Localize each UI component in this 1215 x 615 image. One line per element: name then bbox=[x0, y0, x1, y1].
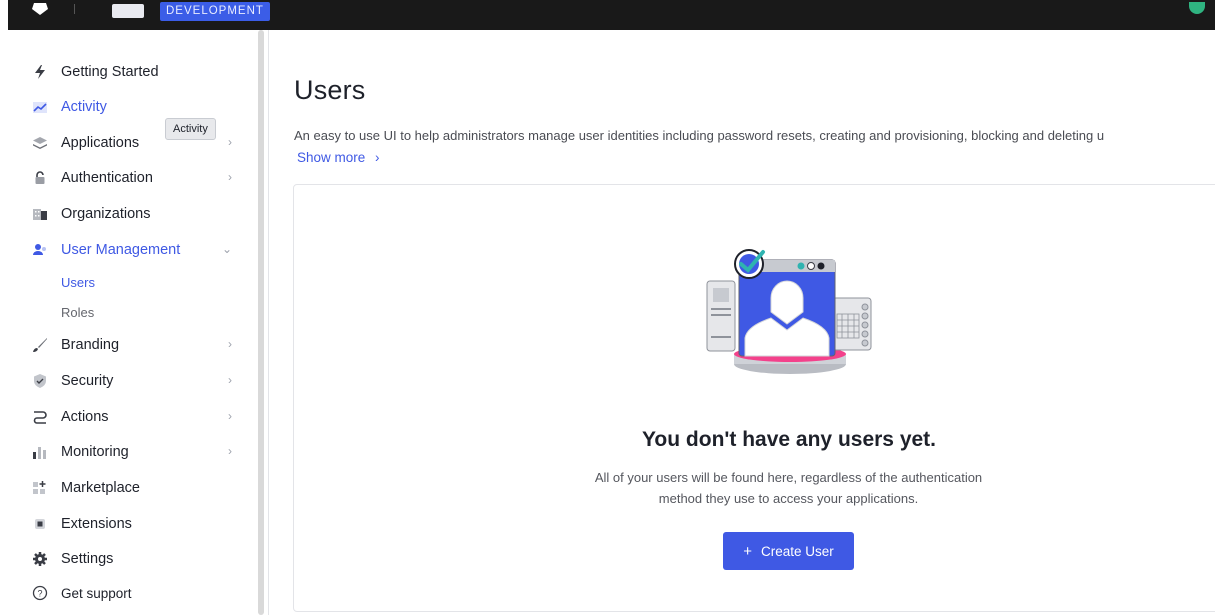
chevron-right-icon: › bbox=[228, 337, 232, 351]
sidebar-item-label: Get support bbox=[61, 585, 132, 601]
building-icon bbox=[32, 206, 48, 222]
divider bbox=[268, 30, 269, 615]
sidebar-item-label: User Management bbox=[61, 242, 181, 258]
tenant-selector[interactable] bbox=[112, 4, 144, 18]
empty-users-illustration bbox=[706, 249, 872, 374]
help-icon: ? bbox=[32, 585, 48, 601]
empty-state-text-line-2: method they use to access your applicati… bbox=[658, 491, 919, 506]
trend-chart-icon bbox=[32, 99, 48, 115]
sidebar-item-branding[interactable]: Branding › bbox=[32, 333, 232, 357]
sidebar-item-authentication[interactable]: Authentication › bbox=[32, 166, 232, 190]
chevron-right-icon: › bbox=[228, 170, 232, 184]
plus-icon: + bbox=[743, 542, 752, 560]
sidebar-scrollbar[interactable] bbox=[258, 30, 264, 615]
sidebar-item-monitoring[interactable]: Monitoring › bbox=[32, 440, 232, 464]
auth0-logo-icon[interactable] bbox=[30, 3, 50, 15]
chevron-right-icon: › bbox=[228, 444, 232, 458]
svg-text:?: ? bbox=[37, 589, 42, 599]
avatar[interactable] bbox=[1189, 2, 1205, 14]
users-icon bbox=[32, 242, 48, 258]
brush-icon bbox=[32, 337, 48, 353]
sidebar-item-label: Extensions bbox=[61, 516, 132, 532]
lock-icon bbox=[32, 170, 48, 186]
sidebar-item-label: Getting Started bbox=[61, 64, 159, 80]
tooltip: Activity bbox=[165, 118, 216, 140]
sidebar-item-label: Monitoring bbox=[61, 444, 129, 460]
top-bar: DEVELOPMENT bbox=[8, 0, 1215, 30]
chip-icon bbox=[32, 516, 48, 532]
sidebar-item-get-support[interactable]: ? Get support bbox=[32, 581, 232, 605]
bar-chart-icon bbox=[32, 444, 48, 460]
sidebar-subitem-users[interactable]: Users bbox=[61, 275, 95, 290]
shield-icon bbox=[32, 373, 48, 389]
environment-badge: DEVELOPMENT bbox=[160, 2, 270, 21]
sidebar-subitem-roles[interactable]: Roles bbox=[61, 305, 94, 320]
sidebar-item-label: Actions bbox=[61, 409, 109, 425]
sidebar-item-marketplace[interactable]: Marketplace bbox=[32, 476, 232, 500]
empty-state-text: All of your users will be found here, re… bbox=[540, 467, 1037, 509]
sidebar-item-label: Security bbox=[61, 373, 114, 389]
gear-icon bbox=[32, 551, 48, 567]
show-more-link[interactable]: Show more › bbox=[297, 150, 380, 165]
sidebar-item-label: Marketplace bbox=[61, 480, 140, 496]
sidebar-item-label: Applications bbox=[61, 135, 140, 151]
page-title: Users bbox=[294, 75, 366, 105]
sidebar: Getting Started Activity Applications › … bbox=[8, 30, 256, 615]
breadcrumb-separator bbox=[74, 4, 75, 14]
page-description: An easy to use UI to help administrators… bbox=[294, 128, 1105, 143]
sidebar-item-label: Organizations bbox=[61, 206, 151, 222]
sidebar-item-label: Branding bbox=[61, 337, 120, 353]
create-user-button[interactable]: + Create User bbox=[723, 532, 854, 570]
sidebar-item-security[interactable]: Security › bbox=[32, 369, 232, 393]
chevron-right-icon: › bbox=[228, 135, 232, 149]
sidebar-item-getting-started[interactable]: Getting Started bbox=[32, 60, 232, 84]
flow-icon bbox=[32, 409, 48, 425]
lightning-icon bbox=[32, 64, 48, 80]
show-more-label: Show more bbox=[297, 150, 366, 165]
chevron-right-icon: › bbox=[228, 373, 232, 387]
chevron-down-icon: ⌄ bbox=[221, 242, 232, 256]
sidebar-item-extensions[interactable]: Extensions bbox=[32, 512, 232, 536]
sidebar-item-label: Settings bbox=[61, 551, 114, 567]
sidebar-item-label: Activity bbox=[61, 99, 107, 115]
empty-state-text-line-1: All of your users will be found here, re… bbox=[594, 470, 983, 485]
sidebar-item-actions[interactable]: Actions › bbox=[32, 405, 232, 429]
sidebar-item-label: Authentication bbox=[61, 170, 153, 186]
create-user-label: Create User bbox=[760, 543, 834, 559]
sidebar-item-settings[interactable]: Settings bbox=[32, 547, 232, 571]
empty-state-title: You don't have any users yet. bbox=[641, 428, 937, 451]
grid-plus-icon bbox=[32, 480, 48, 496]
sidebar-item-organizations[interactable]: Organizations bbox=[32, 202, 232, 226]
chevron-right-icon: › bbox=[375, 150, 380, 165]
sidebar-item-activity[interactable]: Activity bbox=[32, 95, 232, 119]
chevron-right-icon: › bbox=[228, 409, 232, 423]
stack-icon bbox=[32, 135, 48, 151]
sidebar-item-user-management[interactable]: User Management ⌄ bbox=[32, 238, 232, 262]
